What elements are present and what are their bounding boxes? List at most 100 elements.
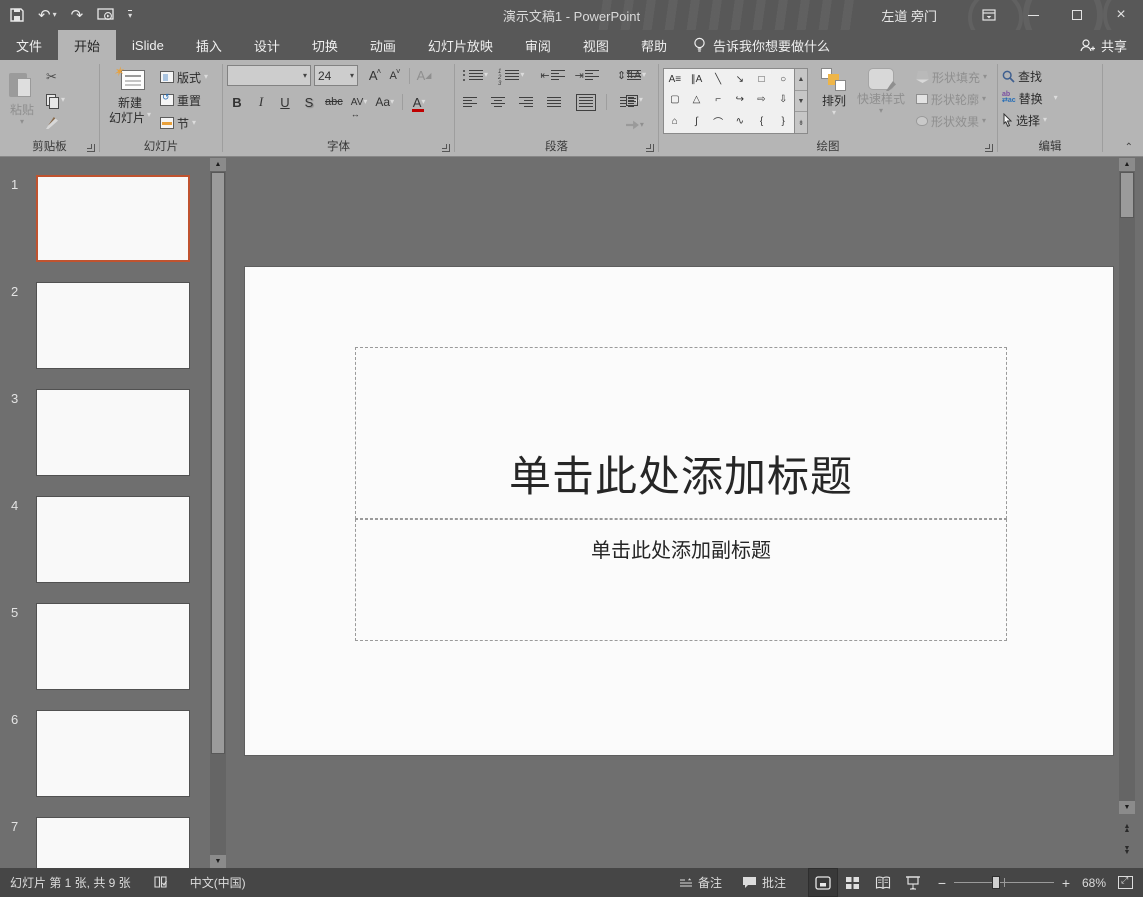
slide-number-status[interactable]: 幻灯片 第 1 张, 共 9 张 <box>10 874 131 891</box>
scrollbar-thumb[interactable] <box>211 172 225 754</box>
comments-button[interactable]: 批注 <box>732 868 796 897</box>
convert-smartart-button[interactable]: ▾ <box>622 115 650 135</box>
clipboard-dialog-launcher[interactable] <box>87 144 95 152</box>
shape-option-6[interactable]: ▢ <box>664 89 686 109</box>
slide-thumbnail-5[interactable] <box>36 603 190 690</box>
shape-option-12[interactable]: ⌂ <box>664 109 686 133</box>
tell-me-box[interactable]: 告诉我你想要做什么 <box>683 30 830 60</box>
strikethrough-button[interactable]: abc <box>323 92 345 112</box>
shape-option-3[interactable]: ↘ <box>729 69 751 89</box>
shape-option-1[interactable]: ∥A <box>686 69 708 89</box>
underline-button[interactable]: U <box>275 92 295 112</box>
scroll-down-button[interactable]: ▼ <box>1119 801 1135 814</box>
slide-canvas[interactable]: 单击此处添加标题 单击此处添加副标题 <box>245 267 1113 755</box>
text-shadow-button[interactable]: S <box>299 92 319 112</box>
spell-check-icon[interactable] <box>153 875 168 890</box>
paragraph-dialog-launcher[interactable] <box>646 144 654 152</box>
select-button[interactable]: 选择 ▾ <box>1002 112 1058 128</box>
slide-thumbnail-2[interactable] <box>36 282 190 369</box>
font-size-combo[interactable]: 24▾ <box>314 65 358 86</box>
slideshow-view-button[interactable] <box>898 868 928 897</box>
bold-button[interactable]: B <box>227 92 247 112</box>
justify-button[interactable] <box>543 92 565 112</box>
align-left-button[interactable] <box>459 92 481 112</box>
shape-option-5[interactable]: ○ <box>772 69 794 89</box>
cut-button[interactable]: ✂ <box>46 69 65 85</box>
shape-option-0[interactable]: A≡ <box>664 69 686 89</box>
tab-开始[interactable]: 开始 <box>58 30 116 60</box>
slide-sorter-view-button[interactable] <box>838 868 868 897</box>
tab-插入[interactable]: 插入 <box>180 30 238 60</box>
change-case-button[interactable]: Aa▾ <box>373 92 396 112</box>
ribbon-display-options-button[interactable] <box>967 0 1011 30</box>
undo-button[interactable]: ↶▾ <box>38 6 57 24</box>
shape-option-15[interactable]: ∿ <box>729 109 751 133</box>
scroll-up-button[interactable]: ▲ <box>210 158 226 171</box>
customize-qat-button[interactable]: ▾ <box>128 10 132 20</box>
zoom-in-button[interactable]: + <box>1060 875 1072 891</box>
shape-option-16[interactable]: { <box>751 109 773 133</box>
paste-button[interactable]: 粘贴▾ <box>4 65 40 137</box>
shape-option-11[interactable]: ⇩ <box>772 89 794 109</box>
tab-设计[interactable]: 设计 <box>238 30 296 60</box>
text-direction-button[interactable]: ⇅A▾ <box>622 65 650 85</box>
gallery-down-button[interactable]: ▼ <box>795 91 807 113</box>
previous-slide-button[interactable]: ▲▲ <box>1119 822 1135 836</box>
font-name-combo[interactable]: ▾ <box>227 65 311 86</box>
shape-outline-button[interactable]: 形状轮廓▾ <box>916 91 987 107</box>
tab-动画[interactable]: 动画 <box>354 30 412 60</box>
tab-帮助[interactable]: 帮助 <box>625 30 683 60</box>
scroll-up-button[interactable]: ▲ <box>1119 158 1135 171</box>
redo-button[interactable]: ↷ <box>71 6 84 24</box>
arrange-button[interactable]: 排列▾ <box>816 65 852 137</box>
scrollbar-thumb[interactable] <box>1120 172 1134 218</box>
notes-button[interactable]: 备注 <box>669 868 732 897</box>
shape-option-9[interactable]: ↪ <box>729 89 751 109</box>
font-color-button[interactable]: A▾ <box>409 92 429 112</box>
drawing-dialog-launcher[interactable] <box>985 144 993 152</box>
slide-thumbnail-7[interactable] <box>36 817 190 868</box>
bullets-button[interactable]: ▾ <box>459 65 492 85</box>
clear-formatting-button[interactable]: A◢ <box>414 66 434 86</box>
share-button[interactable]: 共享 <box>1079 30 1127 60</box>
gallery-more-button[interactable]: ⇟ <box>795 112 807 133</box>
align-text-button[interactable]: ▾ <box>622 90 650 110</box>
shrink-font-button[interactable]: A˅ <box>385 66 405 86</box>
zoom-slider-thumb[interactable] <box>992 876 1000 889</box>
slide-thumbnail-1[interactable] <box>36 175 190 262</box>
shape-fill-button[interactable]: 形状填充▾ <box>916 69 987 85</box>
slide-thumbnail-6[interactable] <box>36 710 190 797</box>
section-button[interactable]: 节▾ <box>160 115 208 131</box>
reading-view-button[interactable] <box>868 868 898 897</box>
decrease-indent-button[interactable]: ⇤ <box>536 65 568 85</box>
font-dialog-launcher[interactable] <box>442 144 450 152</box>
distributed-button[interactable] <box>575 92 597 112</box>
zoom-level[interactable]: 68% <box>1082 876 1106 890</box>
shape-option-14[interactable]: ⌒ <box>707 109 729 133</box>
next-slide-button[interactable]: ▼▼ <box>1119 844 1135 858</box>
shape-option-13[interactable]: ∫ <box>686 109 708 133</box>
increase-indent-button[interactable]: ⇥ <box>571 65 603 85</box>
grow-font-button[interactable]: A˄ <box>365 66 385 86</box>
zoom-out-button[interactable]: − <box>936 875 948 891</box>
new-slide-button[interactable]: ✶ 新建 幻灯片▾ <box>104 65 156 137</box>
tab-文件[interactable]: 文件 <box>0 30 58 60</box>
shape-option-10[interactable]: ⇨ <box>751 89 773 109</box>
slide-thumbnail-4[interactable] <box>36 496 190 583</box>
copy-button[interactable]: ▾ <box>46 92 65 108</box>
shapes-gallery[interactable]: A≡∥A╲↘□○▢△⌐↪⇨⇩⌂∫⌒∿{} <box>663 68 795 134</box>
collapse-ribbon-button[interactable]: ⌃ <box>1125 142 1133 153</box>
shape-option-17[interactable]: } <box>772 109 794 133</box>
shape-effects-button[interactable]: 形状效果▾ <box>916 113 987 129</box>
shape-option-2[interactable]: ╲ <box>707 69 729 89</box>
align-center-button[interactable] <box>487 92 509 112</box>
align-right-button[interactable] <box>515 92 537 112</box>
save-button[interactable] <box>10 8 24 22</box>
start-slideshow-button[interactable] <box>97 8 114 22</box>
reset-button[interactable]: 重置 <box>160 92 208 108</box>
tab-幻灯片放映[interactable]: 幻灯片放映 <box>412 30 509 60</box>
tab-iSlide[interactable]: iSlide <box>116 30 180 60</box>
find-button[interactable]: 查找 <box>1002 68 1058 84</box>
slide-thumbnail-3[interactable] <box>36 389 190 476</box>
tab-审阅[interactable]: 审阅 <box>509 30 567 60</box>
